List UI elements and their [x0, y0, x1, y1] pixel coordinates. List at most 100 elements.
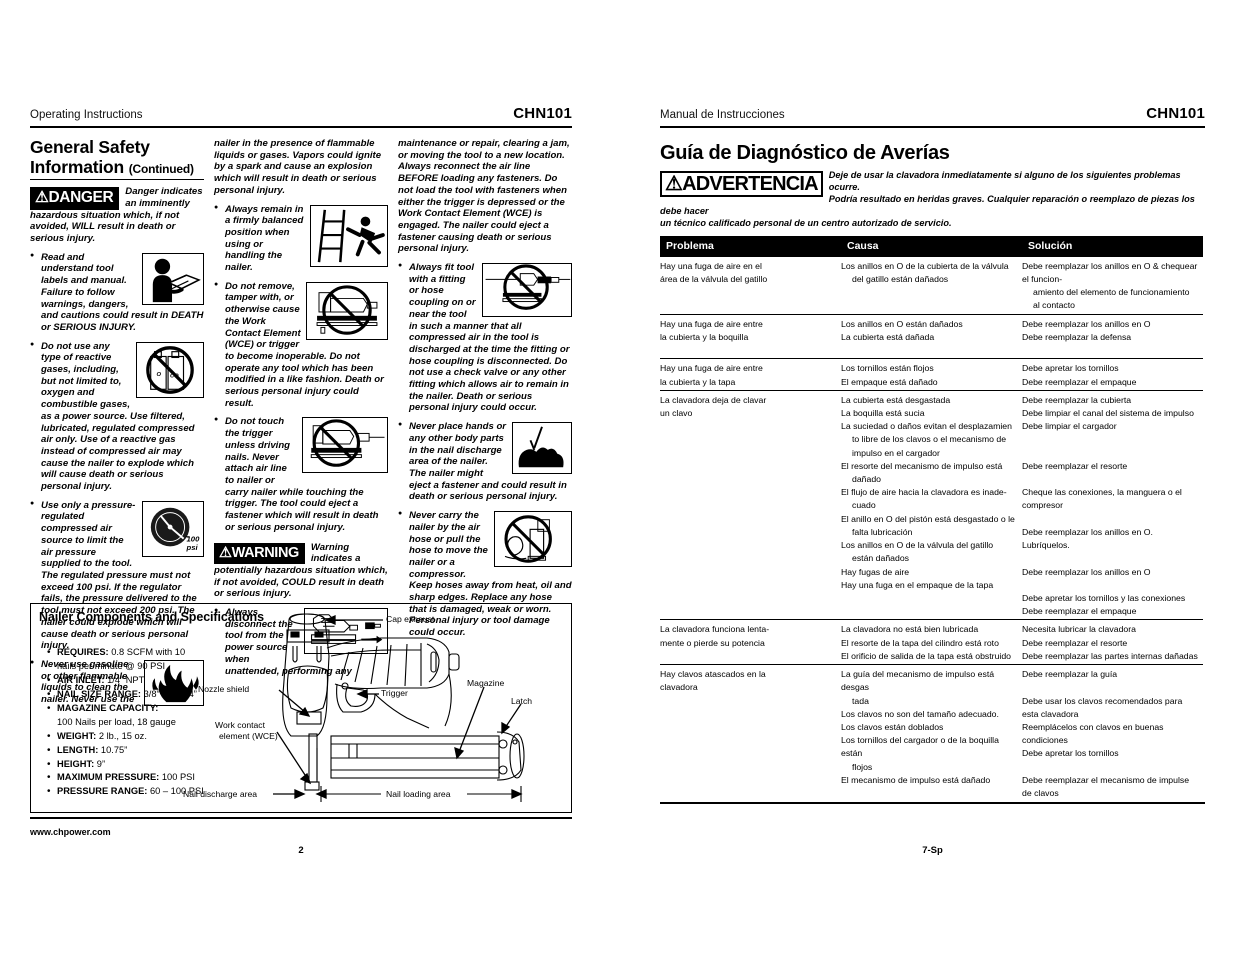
advertencia-note-line2: Podría resultado en heridas graves. Cual…: [660, 193, 1195, 216]
no-carry-by-hose-figure: [494, 511, 572, 568]
table-row: Hay una fuga de aire en el área de la vá…: [660, 256, 1203, 314]
solution-line: Cheque las conexiones, la manguera o el …: [1022, 487, 1182, 511]
bullet-read-manual: Read and understand tool labels and manu…: [30, 252, 204, 334]
cell-solucion: Debe reemplazar la guía Debe usar los cl…: [1022, 665, 1203, 802]
bullet-no-hands-discharge: Never place hands or any other body part…: [398, 421, 572, 503]
cause-line: falta lubricación: [852, 526, 913, 537]
solution-line: amiento del elemento de funcionamiento a…: [1033, 287, 1190, 311]
cause-line: dañado: [852, 474, 881, 485]
running-head-label-es: Manual de Instrucciones: [660, 109, 785, 121]
advertencia-badge-label: ADVERTENCIA: [682, 173, 818, 195]
cause-line: La suciedad o daños evitan el desplazami…: [841, 421, 1012, 432]
spec-value: 9”: [96, 758, 106, 769]
spec-label: NAIL SIZE RANGE:: [57, 688, 142, 699]
model-number-right: CHN101: [1146, 105, 1205, 122]
cause-line: Los anillos en O de la válvula del gatil…: [841, 540, 994, 551]
cause-line: cuado: [852, 500, 876, 511]
bullet-balanced-position: Always remain in a firmly balanced posit…: [214, 204, 388, 274]
spec-label: AIR INLET:: [57, 674, 105, 685]
bullet-text: Always remain in a firmly balanced posit…: [225, 203, 304, 274]
spacer-line: [1022, 448, 1024, 458]
table-header-row: Problema Causa Solución: [660, 235, 1203, 257]
page-number-left: 2: [298, 845, 304, 856]
cause-line: El resorte del mecanismo de impulso está: [841, 460, 1003, 471]
problem-line: Hay una fuga de aire entre: [660, 318, 763, 329]
callout-nail-loading-area: Nail loading area: [386, 789, 451, 799]
cell-causa: La guía del mecanismo de impulso está de…: [841, 665, 1022, 802]
solution-line: Debe reemplazar la guía: [1022, 669, 1118, 680]
cause-line: tada: [852, 695, 869, 706]
cell-causa: Los tornillos están flojos El empaque es…: [841, 359, 1022, 390]
problem-line: área de la válvula del gatillo: [660, 273, 768, 284]
solution-line: Debe apretar los tornillos: [1022, 748, 1119, 759]
spec-label: MAGAZINE CAPACITY:: [57, 702, 159, 713]
footer-website[interactable]: www.chpower.com: [30, 827, 111, 837]
running-head-right: Manual de Instrucciones CHN101: [660, 105, 1205, 122]
footer-divider-left: [30, 817, 572, 819]
cause-line: Hay fugas de aire: [841, 566, 910, 577]
problem-line: clavadora: [660, 682, 698, 693]
solution-line: Debe reemplazar la cubierta: [1022, 394, 1132, 405]
svg-text:O: O: [157, 371, 162, 377]
cause-line: La cubierta está desgastada: [841, 394, 951, 405]
warning-badge: ⚠WARNING: [214, 542, 305, 564]
problem-line: Hay una fuga de aire entre: [660, 363, 763, 374]
cause-line: El orificio de salida de la tapa está ob…: [841, 650, 1011, 661]
cell-solucion: Necesita lubricar la clavadora Debe reem…: [1022, 620, 1203, 665]
problem-line: La clavadora funciona lenta-: [660, 624, 770, 635]
hand-discharge-figure: [512, 422, 572, 475]
callout-trigger: Trigger: [381, 688, 408, 698]
solution-line: Debe limpiar el cargador: [1022, 421, 1117, 432]
cell-causa: La clavadora no está bien lubricada El r…: [841, 620, 1022, 665]
hose-coupling-figure: [482, 263, 572, 318]
cause-line: El flujo de aire hacia la clavadora es i…: [841, 487, 1007, 498]
spec-label: HEIGHT:: [57, 758, 95, 769]
cause-line: La guía del mecanismo de impulso está de…: [841, 669, 995, 693]
advertencia-badge-wrap: ⚠ADVERTENCIA: [660, 171, 823, 198]
cause-line: El resorte de la tapa del cilindro está …: [841, 637, 999, 648]
problem-line: mente o pierde su potencia: [660, 637, 765, 648]
solution-line: Debe reemplazar el empaque: [1022, 606, 1137, 617]
problem-line: Hay una fuga de aire en el: [660, 260, 762, 271]
callout-latch: Latch: [511, 696, 533, 706]
section-continued-label: (Continued): [128, 161, 194, 176]
spacer-line: [1022, 434, 1024, 444]
solution-line: Debe reemplazar las partes internas daña…: [1022, 650, 1198, 661]
cause-line: están dañados: [852, 553, 909, 564]
running-head-label: Operating Instructions: [30, 109, 143, 121]
page-right-spanish: Manual de Instrucciones CHN101 Guía de D…: [660, 105, 1205, 865]
callout-nozzle-shield: Nozzle shield: [198, 684, 250, 694]
spacer-line: [1022, 553, 1024, 563]
advertencia-badge: ⚠ADVERTENCIA: [660, 171, 823, 198]
callout-cap-exhaust: Cap exhaust: [386, 614, 435, 624]
cell-solucion: Debe reemplazar los anillos en O & chequ…: [1022, 256, 1203, 314]
problem-line: Hay clavos atascados en la: [660, 669, 766, 680]
solution-line: Debe reemplazar el resorte: [1022, 637, 1128, 648]
bullet-fit-tool-coupling: Always fit tool with a fitting or hose c…: [398, 262, 572, 414]
cell-problema: Hay una fuga de aire en el área de la vá…: [660, 256, 841, 314]
no-gas-cylinder-icon: O CO: [146, 345, 194, 394]
spacer-line: [1022, 514, 1024, 524]
cause-line: Hay una fuga en el empaque de la tapa: [841, 579, 994, 590]
cause-line: Los anillos en O de la cubierta de la vá…: [841, 260, 1009, 271]
pressure-gauge-icon: 100 psi: [150, 507, 201, 552]
callout-wce-line1: Work contact: [215, 720, 265, 730]
table-body: Hay una fuga de aire en el área de la vá…: [660, 256, 1203, 801]
cause-line: La clavadora no está bien lubricada: [841, 624, 979, 635]
bullet-no-touch-trigger: Do not touch the trigger unless driving …: [214, 416, 388, 533]
no-hose-carry-icon: [504, 515, 552, 563]
svg-text:100: 100: [187, 534, 201, 543]
model-number-left: CHN101: [513, 105, 572, 122]
solution-line: Debe reemplazar la defensa: [1022, 331, 1132, 342]
page-left-english: Operating Instructions CHN101 General Sa…: [30, 105, 572, 865]
cell-problema: La clavadora funciona lenta- mente o pie…: [660, 620, 841, 665]
spec-label: REQUIRES:: [57, 647, 109, 657]
spec-value: 10.75”: [100, 744, 128, 755]
solution-line: Debe reemplazar el resorte: [1022, 460, 1128, 471]
column-header-causa: Causa: [841, 235, 1022, 257]
problem-line: la cubierta y la boquilla: [660, 331, 749, 342]
no-reactive-gas-figure: O CO: [136, 341, 204, 398]
table-row: Hay clavos atascados en la clavadora La …: [660, 664, 1203, 802]
spacer-line: [1022, 762, 1024, 772]
page-title-right: Guía de Diagnóstico de Averías: [660, 142, 950, 164]
